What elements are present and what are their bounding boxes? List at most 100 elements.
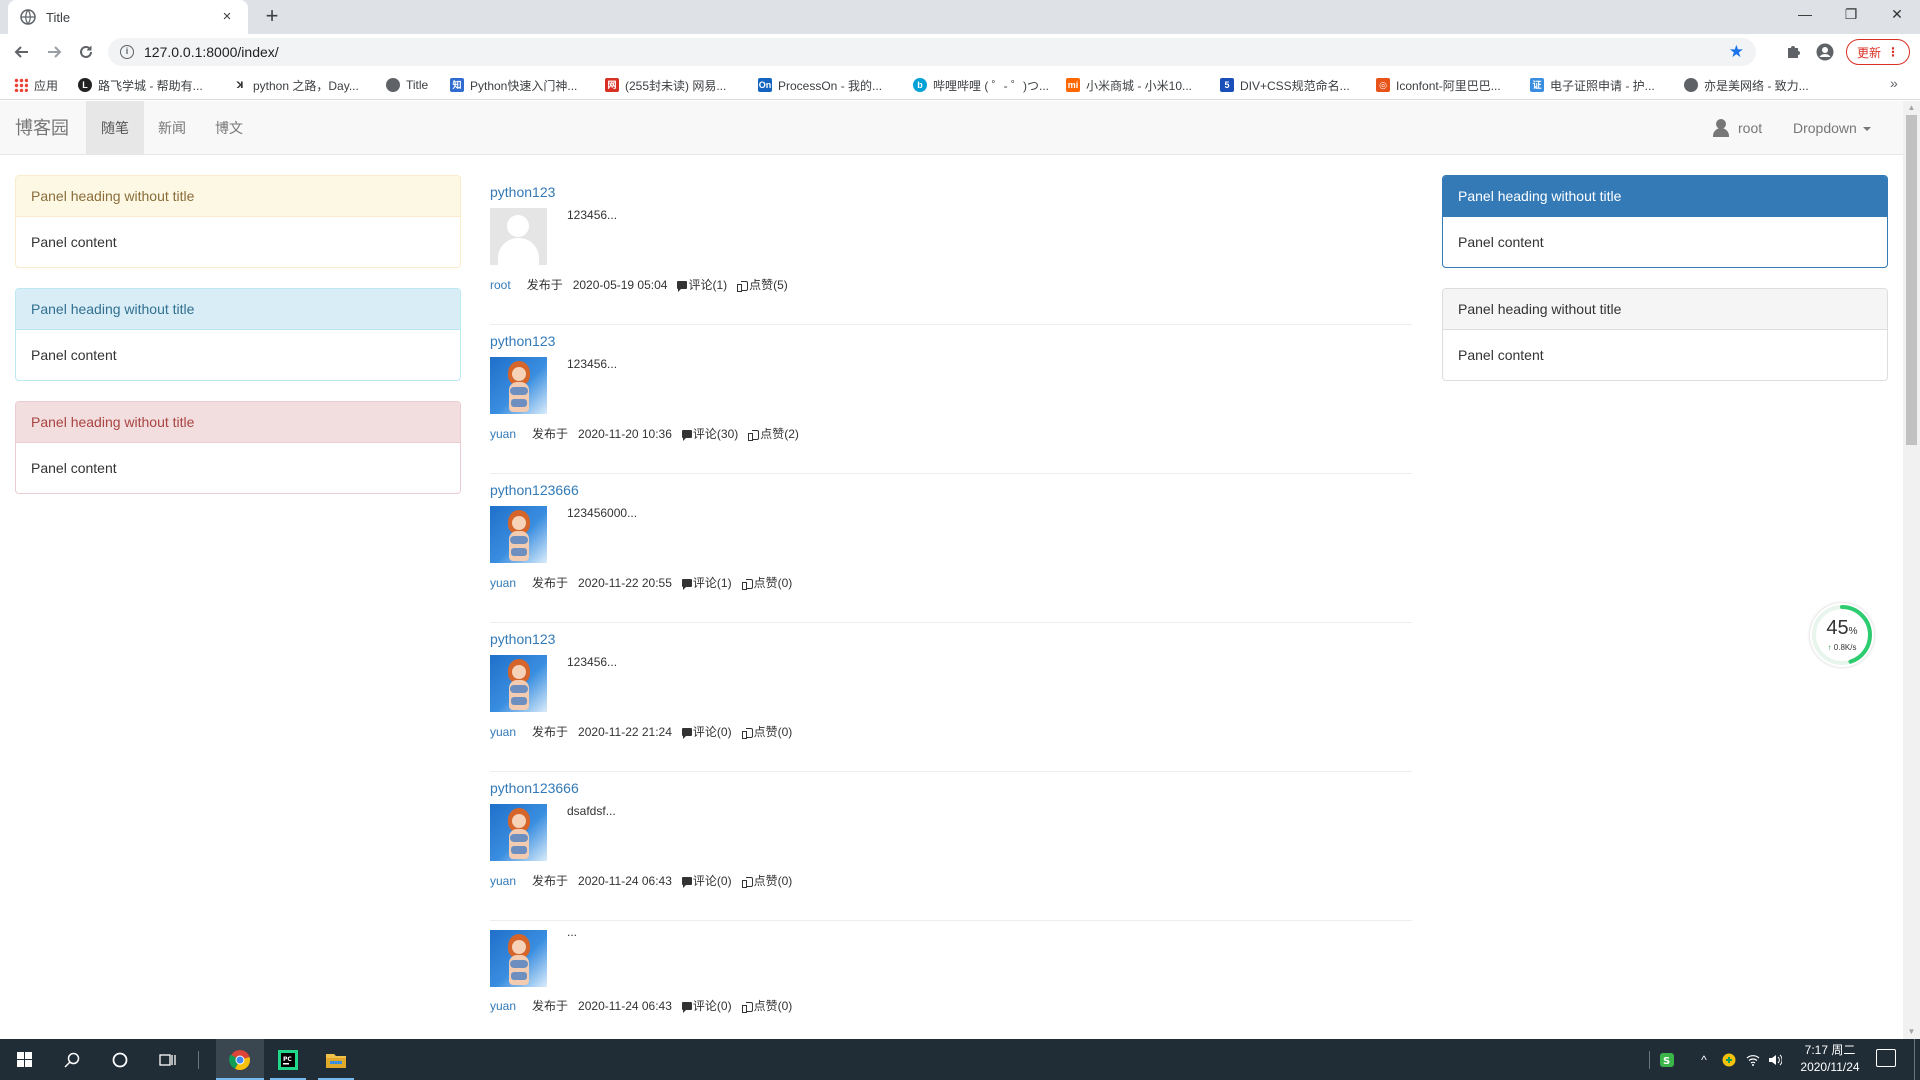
like-count[interactable]: 点赞(0) [741,574,792,591]
search-button[interactable] [48,1039,96,1080]
anime-avatar-icon[interactable] [490,506,547,563]
bookmark-item[interactable]: 网 (255封未读) 网易... [605,76,726,94]
like-count[interactable]: 点赞(5) [737,276,788,293]
yishimei-icon [1684,78,1698,92]
comment-count[interactable]: 评论(0) [681,872,732,889]
iconfont-icon: ◎ [1376,78,1390,92]
tray-network-icon[interactable] [1744,1039,1762,1080]
like-count[interactable]: 点赞(0) [741,997,792,1014]
bookmark-item[interactable]: Title [386,76,428,94]
reload-icon [80,45,92,58]
netease-mail-icon: 网 [605,78,619,92]
bookmark-item[interactable]: mi 小米商城 - 小米10... [1066,76,1192,94]
comment-count[interactable]: 评论(1) [681,574,732,591]
scroll-down-arrow-icon[interactable]: ▼ [1903,1025,1920,1039]
anime-avatar-icon[interactable] [490,930,547,987]
article-title-link[interactable]: python123666 [490,780,579,796]
extensions-puzzle-icon[interactable] [1784,43,1802,61]
anime-avatar-icon[interactable] [490,804,547,861]
scrollbar-thumb[interactable] [1906,115,1917,445]
default-avatar-icon[interactable] [490,208,547,265]
reload-button[interactable] [74,40,98,64]
bookmark-item[interactable]: b 哔哩哔哩 ( ゜- ゜)つ... [913,76,1049,94]
tab-close-icon[interactable]: × [218,8,236,26]
bookmark-item[interactable]: 亦是美网络 - 致力... [1684,76,1809,94]
clock-time: 7:17 周二 [1804,1043,1856,1057]
bookmark-item[interactable]: On ProcessOn - 我的... [758,76,882,94]
article-title-link[interactable]: python123666 [490,482,579,498]
network-speed-widget[interactable]: 45% ↑ 0.8K/s [1810,603,1874,667]
windows-start-button[interactable] [0,1039,48,1080]
bookmark-item[interactable]: L 路飞学城 - 帮助有... [78,76,203,94]
panel-primary: Panel heading without title Panel conten… [1442,175,1888,268]
comment-icon [677,280,688,292]
scroll-up-arrow-icon[interactable]: ▲ [1903,101,1920,115]
published-label: 发布于 [532,427,569,441]
profile-avatar-icon[interactable] [1816,43,1834,61]
taskbar-file-explorer[interactable] [312,1039,360,1080]
nav-user-link[interactable]: root [1712,101,1762,155]
nav-item-news[interactable]: 新闻 [143,101,201,155]
article-summary: 123456000... [567,506,638,520]
anime-avatar-icon[interactable] [490,357,547,414]
publish-date: 2020-11-24 06:43 [578,998,672,1013]
bookmark-item[interactable]: ꓘ python 之路，Day... [233,76,359,94]
forward-button[interactable] [42,40,66,64]
taskbar-pycharm[interactable]: PC [264,1039,312,1080]
show-desktop-button[interactable] [1914,1039,1920,1080]
python-road-icon: ꓘ [233,78,247,92]
author-link[interactable]: yuan [490,725,516,739]
tray-show-hidden-icon[interactable]: ^ [1696,1039,1712,1080]
author-link[interactable]: yuan [490,874,516,888]
author-link[interactable]: yuan [490,999,516,1013]
page-scrollbar[interactable]: ▲ ▼ [1903,101,1920,1039]
browser-tab[interactable]: Title × [8,0,248,34]
clock-date: 2020/11/24 [1800,1060,1860,1074]
author-link[interactable]: yuan [490,427,516,441]
comment-count[interactable]: 评论(0) [681,997,732,1014]
bookmark-item[interactable]: 5 DIV+CSS规范命名... [1220,76,1350,94]
update-button[interactable]: 更新 ⋮ [1846,39,1910,65]
task-view-button[interactable] [144,1039,192,1080]
taskbar-clock[interactable]: 7:17 周二 2020/11/24 [1790,1042,1870,1076]
comment-count[interactable]: 评论(30) [681,425,738,442]
like-count[interactable]: 点赞(0) [741,872,792,889]
action-center-icon[interactable] [1876,1049,1896,1067]
author-link[interactable]: root [490,278,511,292]
tray-volume-icon[interactable] [1766,1039,1784,1080]
like-count[interactable]: 点赞(0) [741,723,792,740]
bookmark-item[interactable]: 证 电子证照申请 - 护... [1530,76,1655,94]
brand-link[interactable]: 博客园 [15,101,69,155]
tray-security-icon[interactable] [1720,1039,1738,1080]
windows-taskbar: PC S ^ 7:17 周二 2020/11/24 [0,1039,1920,1080]
new-tab-button[interactable]: + [260,5,284,29]
bookmarks-overflow-icon[interactable]: » [1890,75,1898,91]
article-meta: root 发布于 2020-05-19 05:04 评论(1) 点赞(5) [490,276,788,293]
bookmark-item[interactable]: 知 Python快速入门神... [450,76,577,94]
bookmark-item[interactable]: ◎ Iconfont-阿里巴巴... [1376,76,1501,94]
comment-count[interactable]: 评论(0) [681,723,732,740]
like-count[interactable]: 点赞(2) [748,425,799,442]
article-title-link[interactable]: python123 [490,333,555,349]
minimize-button[interactable]: — [1782,0,1828,30]
bookmark-star-icon[interactable]: ★ [1729,42,1744,62]
back-button[interactable] [10,40,34,64]
url-text[interactable]: 127.0.0.1:8000/index/ [144,44,1729,60]
site-info-icon[interactable]: i [120,45,134,59]
address-bar[interactable]: i 127.0.0.1:8000/index/ ★ [108,38,1756,66]
nav-dropdown-toggle[interactable]: Dropdown [1793,101,1871,155]
taskbar-chrome[interactable] [216,1039,264,1080]
nav-item-posts[interactable]: 博文 [200,101,258,155]
restore-button[interactable]: ❐ [1828,0,1874,30]
cortana-button[interactable] [96,1039,144,1080]
article-title-link[interactable]: python123 [490,631,555,647]
anime-avatar-icon[interactable] [490,655,547,712]
bookmark-apps[interactable]: 应用 [14,76,58,94]
comment-count[interactable]: 评论(1) [677,276,727,293]
tray-sogou-icon[interactable]: S [1656,1039,1678,1080]
nav-item-essays[interactable]: 随笔 [86,101,144,155]
close-window-button[interactable]: ✕ [1874,0,1920,30]
article-title-link[interactable]: python123 [490,184,555,200]
author-link[interactable]: yuan [490,576,516,590]
article-item: ... yuan 发布于 2020-11-24 06:43 评论(0) 点赞(0… [490,921,1412,1039]
